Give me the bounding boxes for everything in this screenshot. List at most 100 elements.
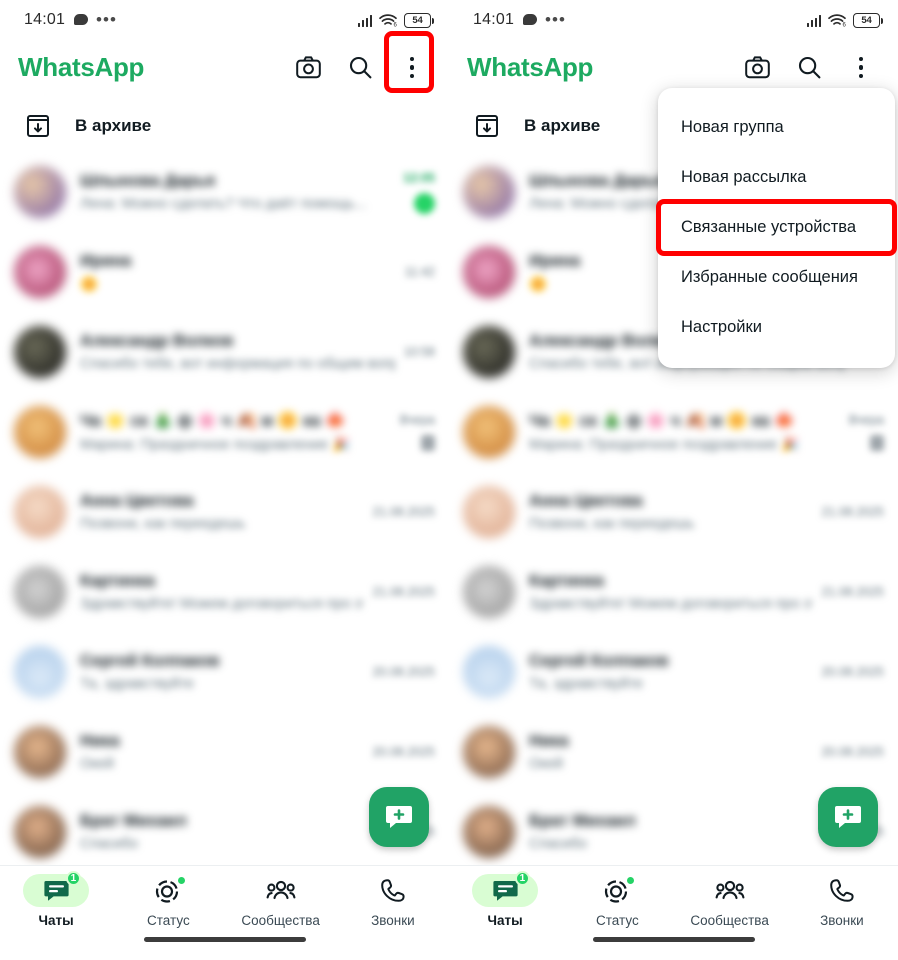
avatar[interactable] [463, 726, 515, 778]
nav-item-label: Звонки [371, 913, 415, 928]
battery-level: 54 [412, 14, 423, 26]
chat-item-name: Картинка [529, 572, 604, 590]
phone-icon[interactable] [809, 874, 875, 907]
avatar[interactable] [14, 566, 66, 618]
chat-list-item[interactable]: Сергей Колпаков Та, здравствуйте 20.08.202… [449, 632, 898, 712]
avatar[interactable] [463, 806, 515, 858]
chat-list-item[interactable]: Картинка Здравствуйте! Можем договориться… [0, 552, 449, 632]
chat-item-time: 21.08.2025 [821, 585, 884, 599]
chat-list-item[interactable]: Анна Цветова Позвони, как переедешь 21.08.… [0, 472, 449, 552]
chat-item-name: Анна Цветова [80, 492, 194, 510]
chat-item-preview: Здравствуйте! Можем договориться про это [80, 596, 365, 612]
communities-icon[interactable] [248, 874, 314, 907]
chat-list-item[interactable]: Ча 🌟 ск 🎄 ф 🌸 ч 🍂 м 🌼 ка 🍁 Марина: Праздн… [449, 392, 898, 472]
avatar[interactable] [463, 486, 515, 538]
archived-chats-row[interactable]: В архиве [0, 100, 449, 152]
avatar[interactable] [14, 326, 66, 378]
chat-item-time: 20.08.2025 [821, 745, 884, 759]
nav-item-label: Чаты [487, 913, 523, 928]
new-chat-fab[interactable] [818, 787, 878, 847]
chat-item-preview: Позвони, как переедешь [529, 516, 695, 532]
chat-item-text: Картинка Здравствуйте! Можем договориться… [80, 572, 364, 612]
muted-icon [870, 435, 884, 451]
avatar[interactable] [14, 646, 66, 698]
avatar[interactable] [463, 406, 515, 458]
chat-item-time: 21.08.2025 [821, 505, 884, 519]
gesture-bar [143, 937, 306, 942]
overflow-menu-item[interactable]: Избранные сообщения [658, 252, 895, 302]
nav-item-chats[interactable]: 1 Чаты [0, 871, 112, 928]
status-ring-icon[interactable] [584, 874, 650, 907]
chat-list-item[interactable]: Сергей Колпаков Та, здравствуйте 20.08.202… [0, 632, 449, 712]
chat-item-meta: 21.08.2025 [372, 505, 435, 519]
app-bar: WhatsApp [449, 40, 898, 95]
chat-item-text: Брат Михаил Спасибо [80, 812, 364, 852]
nav-item-phone[interactable]: Звонки [786, 874, 898, 928]
nav-item-status-ring[interactable]: Статус [112, 874, 224, 928]
new-chat-fab[interactable] [369, 787, 429, 847]
camera-icon[interactable] [285, 45, 331, 91]
chat-list-item[interactable]: Ча 🌟 ск 🎄 ф 🌸 ч 🍂 м 🌼 ка 🍁 Марина: Праздн… [0, 392, 449, 472]
chat-item-preview: Позвони, как переедешь [80, 516, 246, 532]
status-ring-icon[interactable] [135, 874, 201, 907]
chat-item-text: Ча 🌟 ск 🎄 ф 🌸 ч 🍂 м 🌼 ка 🍁 Марина: Праздн… [529, 412, 841, 453]
chat-list[interactable]: Шпынова Дарья Лена: Можно сделать? Что да… [0, 152, 449, 865]
chats-icon[interactable]: 1 [472, 871, 539, 907]
avatar[interactable] [463, 646, 515, 698]
kebab-menu-icon[interactable] [389, 45, 435, 91]
chat-list-item[interactable]: Шпынова Дарья Лена: Можно сделать? Что да… [0, 152, 449, 232]
avatar[interactable] [14, 486, 66, 538]
avatar[interactable] [14, 166, 66, 218]
search-icon[interactable] [786, 45, 832, 91]
chat-item-text: Анна Цветова Позвони, как переедешь [529, 492, 813, 532]
nav-item-label: Статус [147, 913, 190, 928]
chat-list-item[interactable]: Ирина 🌼 11:42 [0, 232, 449, 312]
chat-item-text: Анна Цветова Позвони, как переедешь [80, 492, 364, 532]
chat-item-time: Вчера [399, 413, 435, 427]
nav-item-label: Звонки [820, 913, 864, 928]
chat-item-name: Анна Цветова [529, 492, 643, 510]
overflow-menu-item[interactable]: Связанные устройства [658, 202, 895, 252]
chats-icon[interactable]: 1 [23, 871, 90, 907]
nav-item-chats[interactable]: 1 Чаты [449, 871, 561, 928]
avatar[interactable] [463, 326, 515, 378]
chat-item-time: 20.08.2025 [372, 665, 435, 679]
chat-item-time: 12:05 [403, 170, 435, 185]
overflow-menu-item[interactable]: Настройки [658, 302, 895, 352]
overflow-menu[interactable]: Новая группа Новая рассылка Связанные устр… [658, 88, 895, 368]
avatar[interactable] [14, 806, 66, 858]
chat-item-text: Ча 🌟 ск 🎄 ф 🌸 ч 🍂 м 🌼 ка 🍁 Марина: Праздн… [80, 412, 392, 453]
chat-item-name: Ча 🌟 ск 🎄 ф 🌸 ч 🍂 м 🌼 ка 🍁 [80, 411, 346, 430]
nav-item-phone[interactable]: Звонки [337, 874, 449, 928]
nav-item-status-ring[interactable]: Статус [561, 874, 673, 928]
chat-item-preview: Спасибо тебе, вот информация по общим во… [80, 356, 396, 372]
chat-list-item[interactable]: Ника Окей 20.08.2025 [449, 712, 898, 792]
avatar[interactable] [14, 726, 66, 778]
bottom-navigation[interactable]: 1 Чаты Статус Сообщества Звонки [0, 865, 449, 960]
status-unseen-dot [176, 875, 188, 886]
nav-badge-count: 1 [514, 871, 531, 886]
overflow-menu-item[interactable]: Новая рассылка [658, 152, 895, 202]
kebab-menu-icon[interactable] [838, 45, 884, 91]
camera-icon[interactable] [734, 45, 780, 91]
chat-list-item[interactable]: Анна Цветова Позвони, как переедешь 21.08.… [449, 472, 898, 552]
nav-item-communities[interactable]: Сообщества [674, 874, 786, 928]
phone-icon[interactable] [360, 874, 426, 907]
muted-icon [421, 435, 435, 451]
search-icon[interactable] [337, 45, 383, 91]
chat-list-item[interactable]: Ника Окей 20.08.2025 [0, 712, 449, 792]
chat-item-text: Сергей Колпаков Та, здравствуйте [80, 652, 364, 692]
avatar[interactable] [463, 166, 515, 218]
chat-list-item[interactable]: Александр Волков Спасибо тебе, вот информ… [0, 312, 449, 392]
chat-item-name: Брат Михаил [529, 812, 636, 830]
avatar[interactable] [14, 406, 66, 458]
bottom-navigation[interactable]: 1 Чаты Статус Сообщества Звонки [449, 865, 898, 960]
avatar[interactable] [14, 246, 66, 298]
avatar[interactable] [463, 246, 515, 298]
chat-list-item[interactable]: Картинка Здравствуйте! Можем договориться… [449, 552, 898, 632]
overflow-menu-item[interactable]: Новая группа [658, 102, 895, 152]
nav-item-communities[interactable]: Сообщества [225, 874, 337, 928]
archive-box-icon [476, 115, 498, 137]
communities-icon[interactable] [697, 874, 763, 907]
avatar[interactable] [463, 566, 515, 618]
